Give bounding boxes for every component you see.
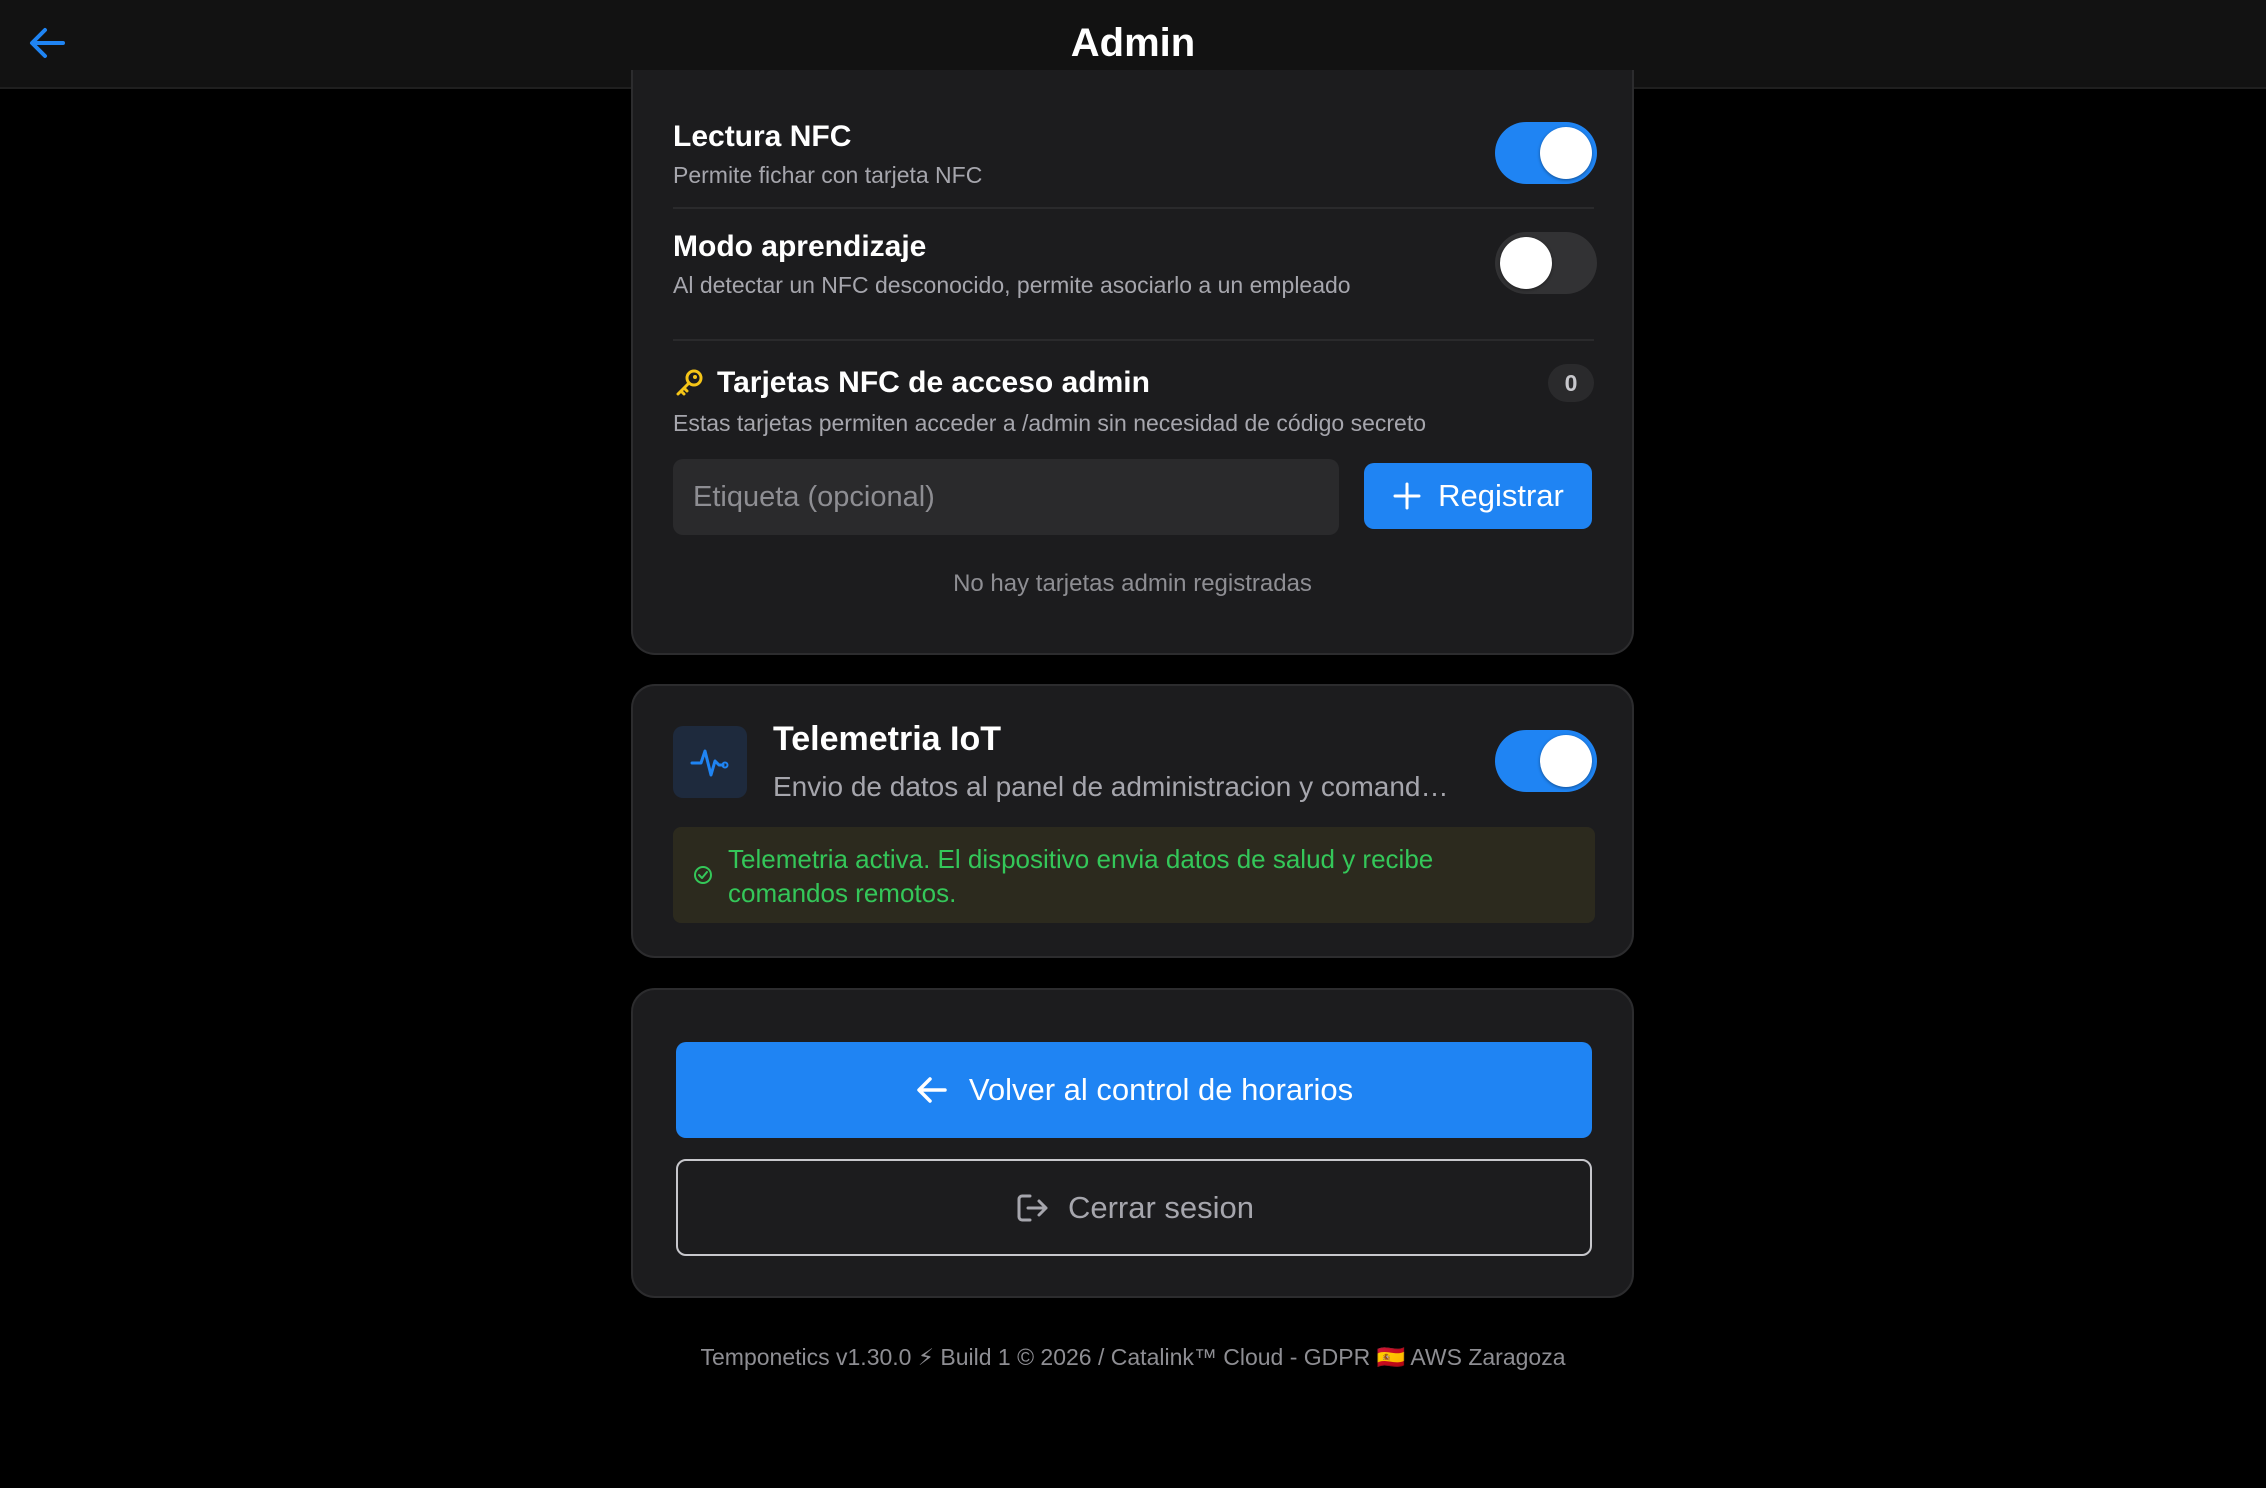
toggle-knob (1540, 735, 1592, 787)
learning-mode-row: Modo aprendizaje Al detectar un NFC desc… (673, 230, 1594, 299)
back-to-schedule-button[interactable]: Volver al control de horarios (676, 1042, 1592, 1138)
register-button-label: Registrar (1438, 478, 1564, 513)
nfc-reading-row: Lectura NFC Permite fichar con tarjeta N… (673, 120, 1594, 189)
check-circle-icon (694, 866, 712, 884)
admin-cards-header: Tarjetas NFC de acceso admin Estas tarje… (673, 366, 1594, 437)
telemetry-status-text: Telemetria activa. El dispositivo envia … (728, 844, 1434, 908)
toggle-knob (1500, 237, 1552, 289)
telemetry-status-box: Telemetria activa. El dispositivo envia … (673, 827, 1595, 923)
divider (673, 339, 1594, 341)
back-to-schedule-label: Volver al control de horarios (968, 1072, 1354, 1107)
nfc-reading-subtitle: Permite fichar con tarjeta NFC (673, 162, 983, 188)
heartbeat-icon (690, 749, 729, 777)
nfc-reading-toggle[interactable] (1495, 122, 1597, 184)
learning-mode-toggle[interactable] (1495, 232, 1597, 294)
logout-label: Cerrar sesion (1067, 1189, 1255, 1225)
logout-button[interactable]: Cerrar sesion (676, 1159, 1592, 1256)
nfc-settings-card: Lectura NFC Permite fichar con tarjeta N… (631, 70, 1634, 655)
footer-version-info: Temponetics v1.30.0 ⚡ Build 1 © 2026 / C… (700, 1344, 1566, 1370)
admin-cards-title: Tarjetas NFC de acceso admin (717, 366, 1150, 399)
admin-cards-count-badge: 0 (1548, 364, 1594, 402)
admin-cards-empty-message: No hay tarjetas admin registradas (953, 570, 1312, 597)
divider (673, 207, 1594, 209)
key-icon (676, 369, 703, 396)
nfc-reading-title: Lectura NFC (673, 120, 852, 153)
iot-telemetry-card: Telemetria IoT Envio de datos al panel d… (631, 684, 1634, 958)
learning-mode-subtitle: Al detectar un NFC desconocido, permite … (673, 272, 1351, 298)
iot-title: Telemetria IoT (773, 720, 1001, 758)
admin-cards-subtitle: Estas tarjetas permiten acceder a /admin… (673, 410, 1427, 436)
actions-card: Volver al control de horarios Cerrar ses… (631, 988, 1634, 1298)
learning-mode-title: Modo aprendizaje (673, 230, 927, 263)
plus-icon (1393, 482, 1421, 510)
toggle-knob (1540, 127, 1592, 179)
iot-subtitle: Envio de datos al panel de administracio… (773, 771, 1453, 802)
card-label-input[interactable] (673, 459, 1339, 535)
iot-icon-container (673, 726, 747, 798)
iot-telemetry-toggle[interactable] (1495, 730, 1597, 792)
logout-icon (1017, 1194, 1048, 1221)
arrow-left-icon (917, 1077, 947, 1103)
register-button[interactable]: Registrar (1364, 463, 1592, 529)
